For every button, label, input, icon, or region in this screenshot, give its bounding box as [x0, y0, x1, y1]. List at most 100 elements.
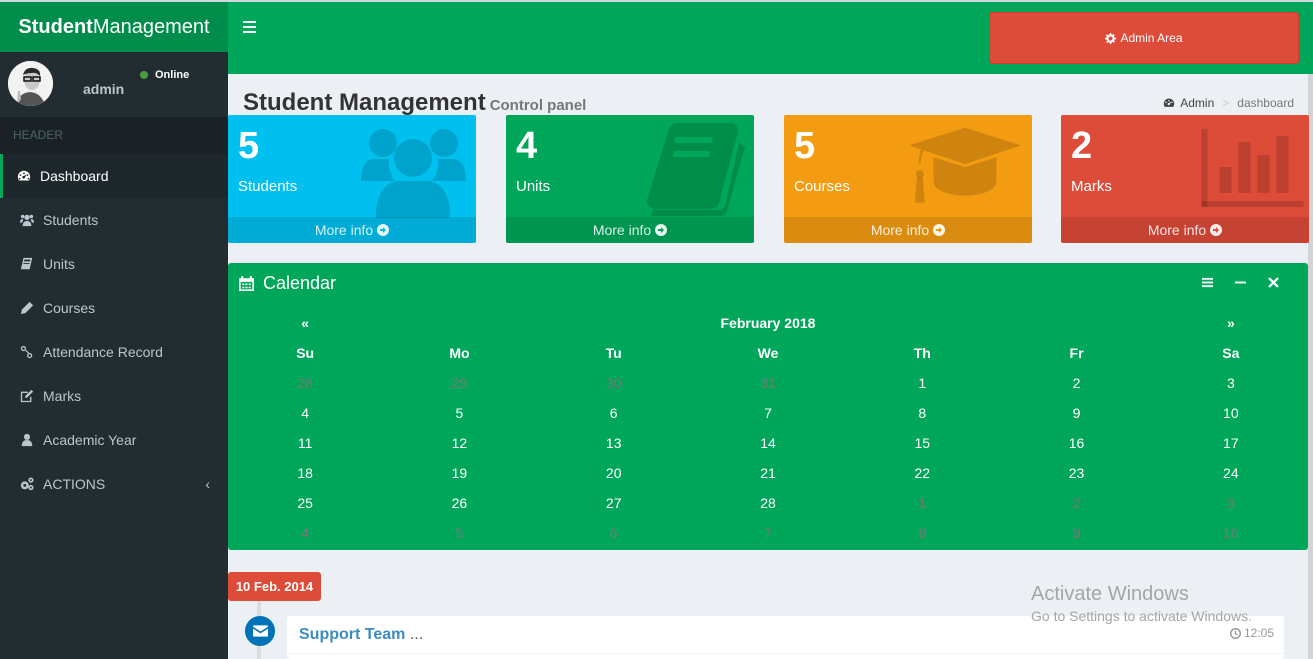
sidebar-item-units[interactable]: Units	[0, 242, 228, 286]
app-logo[interactable]: StudentManagement	[0, 2, 228, 52]
timeline-time-text: 12:05	[1243, 626, 1274, 640]
admin-area-button[interactable]: Admin Area	[989, 12, 1299, 64]
calendar-day[interactable]: 18	[228, 458, 382, 488]
logo-rest: Management	[92, 16, 210, 38]
calendar-day[interactable]: 15	[845, 428, 999, 458]
weekday-header: Tu	[605, 345, 622, 361]
calendar-day[interactable]: 24	[1154, 458, 1308, 488]
stat-label: Marks	[1071, 178, 1112, 195]
calendar-day[interactable]: 22	[845, 458, 999, 488]
calendar-day-outside-month[interactable]: 2	[999, 488, 1153, 518]
calendar-day-outside-month[interactable]: 28	[228, 368, 382, 398]
sidebar-item-academic-year[interactable]: Academic Year	[0, 418, 228, 462]
stat-box-units: 4 Units More info	[506, 115, 754, 243]
more-info-label: More info	[314, 222, 374, 238]
calendar-grid: « February 2018 » Su Mo Tu We Th Fr Sa 28 29 30 3…	[228, 308, 1308, 548]
breadcrumb-admin-link[interactable]: Admin	[1180, 96, 1214, 110]
breadcrumb: Admin > dashboard	[1163, 96, 1294, 110]
calendar-day-outside-month[interactable]: 30	[537, 368, 691, 398]
close-icon	[1268, 276, 1279, 288]
more-info-link[interactable]: More info	[228, 217, 476, 243]
calendar-remove-button[interactable]	[1257, 275, 1290, 289]
calendar-day[interactable]: 1	[845, 368, 999, 398]
dashboard-icon	[1164, 98, 1175, 107]
breadcrumb-separator: >	[1222, 96, 1230, 110]
gear-icon	[1105, 32, 1117, 44]
sidebar-item-students[interactable]: Students	[0, 198, 228, 242]
sidebar-item-dashboard[interactable]: Dashboard	[0, 154, 228, 198]
calendar-day[interactable]: 9	[999, 398, 1153, 428]
sidebar-item-label: Marks	[43, 388, 82, 404]
calendar-day[interactable]: 4	[228, 398, 382, 428]
stat-label: Students	[238, 178, 298, 195]
calendar-day-outside-month[interactable]: 7	[691, 518, 845, 548]
calendar-day-outside-month[interactable]: 8	[845, 518, 999, 548]
timeline-item-sender-link[interactable]: Support Team	[299, 626, 405, 643]
calendar-day-outside-month[interactable]: 1	[845, 488, 999, 518]
calendar-day[interactable]: 19	[382, 458, 536, 488]
sidebar-item-attendance-record[interactable]: Attendance Record	[0, 330, 228, 374]
calendar-day[interactable]: 16	[999, 428, 1153, 458]
calendar-day-outside-month[interactable]: 4	[228, 518, 382, 548]
calendar-day[interactable]: 8	[845, 398, 999, 428]
sidebar-item-courses[interactable]: Courses	[0, 286, 228, 330]
timeline-item: Support Team ... 12:05	[287, 616, 1284, 659]
calendar-day-outside-month[interactable]: 31	[691, 368, 845, 398]
calendar-day[interactable]: 27	[537, 488, 691, 518]
sidebar-item-label: Dashboard	[40, 168, 109, 184]
stat-box-courses: 5 Courses More info	[784, 115, 1032, 243]
calendar-menu-button[interactable]	[1191, 275, 1224, 289]
calendar-day[interactable]: 5	[382, 398, 536, 428]
calendar-day-outside-month[interactable]: 9	[999, 518, 1153, 548]
calendar-day[interactable]: 11	[228, 428, 382, 458]
user-panel: Online admin	[0, 52, 228, 117]
sidebar-item-actions[interactable]: ACTIONS ‹	[0, 462, 228, 506]
calendar-day[interactable]: 2	[999, 368, 1153, 398]
sidebar-item-label: Courses	[43, 300, 96, 316]
arrow-circle-right-icon	[655, 224, 668, 236]
bar-chart-icon	[1201, 129, 1304, 207]
stat-label: Courses	[794, 178, 850, 195]
stat-value: 5	[794, 125, 816, 167]
window-top-border	[0, 0, 1313, 2]
calendar-day[interactable]: 12	[382, 428, 536, 458]
calendar-day[interactable]: 23	[999, 458, 1153, 488]
calendar-day-outside-month[interactable]: 29	[382, 368, 536, 398]
calendar-prev-button[interactable]: «	[228, 308, 382, 338]
calendar-day[interactable]: 25	[228, 488, 382, 518]
weekday-row: Su Mo Tu We Th Fr Sa	[228, 338, 1308, 368]
calendar-day-outside-month[interactable]: 6	[537, 518, 691, 548]
more-info-link[interactable]: More info	[1061, 217, 1309, 243]
calendar-day[interactable]: 21	[691, 458, 845, 488]
calendar-day[interactable]: 20	[537, 458, 691, 488]
logo-bold: Student	[18, 16, 93, 38]
sidebar-item-marks[interactable]: Marks	[0, 374, 228, 418]
calendar-day[interactable]: 13	[537, 428, 691, 458]
more-info-link[interactable]: More info	[506, 217, 754, 243]
weekday-header: Th	[913, 345, 931, 361]
calendar-day[interactable]: 3	[1154, 368, 1308, 398]
calendar-day-outside-month[interactable]: 10	[1154, 518, 1308, 548]
calendar-day[interactable]: 7	[691, 398, 845, 428]
weekday-header: Su	[296, 345, 315, 361]
calendar-day[interactable]: 6	[537, 398, 691, 428]
timeline-envelope-icon	[245, 616, 275, 646]
calendar-day-outside-month[interactable]: 3	[1154, 488, 1308, 518]
calendar-day[interactable]: 14	[691, 428, 845, 458]
calendar-day[interactable]: 26	[382, 488, 536, 518]
sidebar-item-label: Units	[43, 256, 75, 272]
calendar-next-button[interactable]: »	[1154, 308, 1308, 338]
calendar-day[interactable]: 28	[691, 488, 845, 518]
more-info-link[interactable]: More info	[784, 217, 1032, 243]
calendar-day-outside-month[interactable]: 5	[382, 518, 536, 548]
calendar-day[interactable]: 10	[1154, 398, 1308, 428]
calendar-collapse-button[interactable]	[1224, 275, 1257, 289]
sidebar-toggle-icon[interactable]	[243, 21, 256, 33]
stat-label: Units	[516, 178, 551, 195]
calendar-day[interactable]: 17	[1154, 428, 1308, 458]
timeline-date-label: 10 Feb. 2014	[228, 572, 321, 601]
calendar-week-row: 28 29 30 31 1 2 3	[228, 368, 1308, 398]
calendar-title: Calendar	[238, 273, 336, 294]
calendar-month-switch[interactable]: February 2018	[382, 308, 1153, 338]
weekday-header: Sa	[1222, 345, 1240, 361]
